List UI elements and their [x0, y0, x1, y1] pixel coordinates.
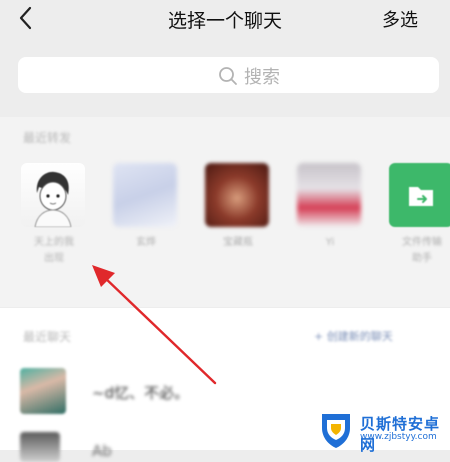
recent-contact[interactable]: Yi — [297, 163, 363, 251]
contact-avatar — [389, 163, 450, 227]
top-bar: 选择一个聊天 多选 — [0, 0, 450, 44]
folder-icon — [409, 187, 433, 206]
create-chat-link[interactable]: + 创建新的聊天 — [314, 328, 393, 344]
recent-contact-file-helper[interactable]: 文件传输 助手 — [389, 163, 450, 267]
contact-name: 宝藏瓶 — [223, 237, 253, 248]
chat-name[interactable]: Ab — [92, 442, 112, 460]
recent-contact[interactable]: 玄烨 — [113, 163, 179, 251]
chat-avatar[interactable] — [20, 368, 66, 414]
recent-contact[interactable]: 天上的我 出现 — [21, 163, 87, 267]
multi-select-button[interactable]: 多选 — [382, 6, 418, 32]
recent-contacts-label: 最近转发 — [23, 131, 72, 145]
contact-avatar — [205, 163, 269, 227]
contact-name: Yi — [325, 237, 335, 248]
search-input[interactable]: 搜索 — [18, 57, 439, 93]
chat-name[interactable]: ~d忆、不必。 — [92, 382, 189, 403]
search-icon — [219, 67, 237, 85]
chat-avatar[interactable] — [20, 432, 60, 462]
contact-name: 天上的我 出现 — [34, 237, 74, 264]
contact-name: 玄烨 — [136, 237, 156, 248]
contact-avatar — [113, 163, 177, 227]
recent-chats-label: 最近聊天 — [23, 330, 72, 344]
contact-avatar — [21, 163, 85, 228]
search-placeholder: 搜索 — [244, 67, 280, 88]
contact-name: 文件传输 助手 — [402, 237, 442, 264]
contact-avatar — [297, 163, 361, 227]
recent-contact[interactable]: 宝藏瓶 — [205, 163, 271, 251]
watermark-url: www.zjbstyy.com — [360, 432, 437, 442]
